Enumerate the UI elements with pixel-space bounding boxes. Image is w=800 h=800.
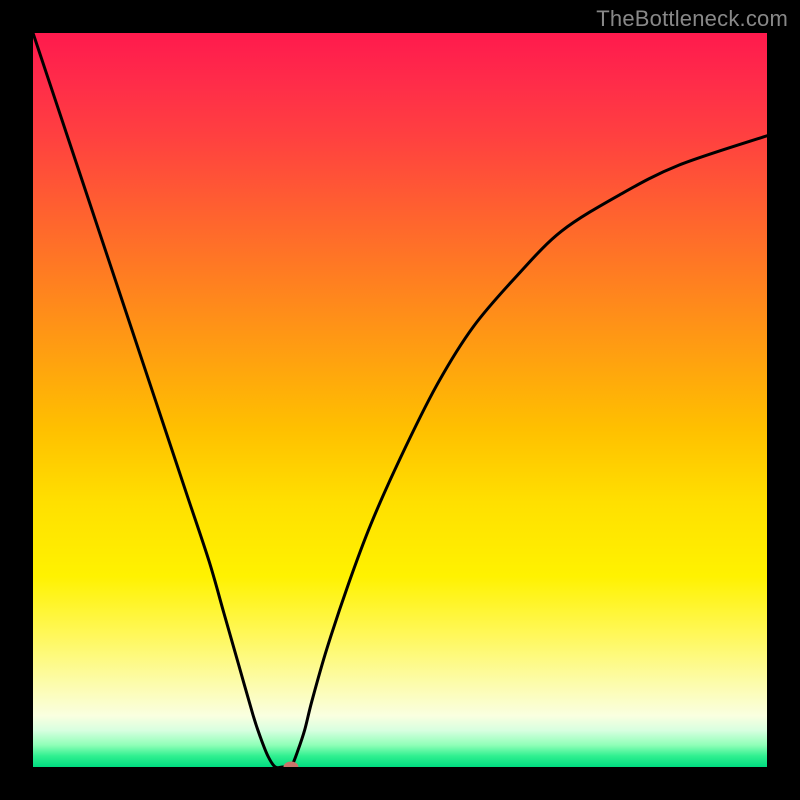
bottleneck-curve-line [33, 33, 767, 767]
watermark-text: TheBottleneck.com [596, 6, 788, 32]
chart-curve-svg [33, 33, 767, 767]
bottleneck-marker-dot [284, 762, 299, 768]
chart-plot-area [33, 33, 767, 767]
